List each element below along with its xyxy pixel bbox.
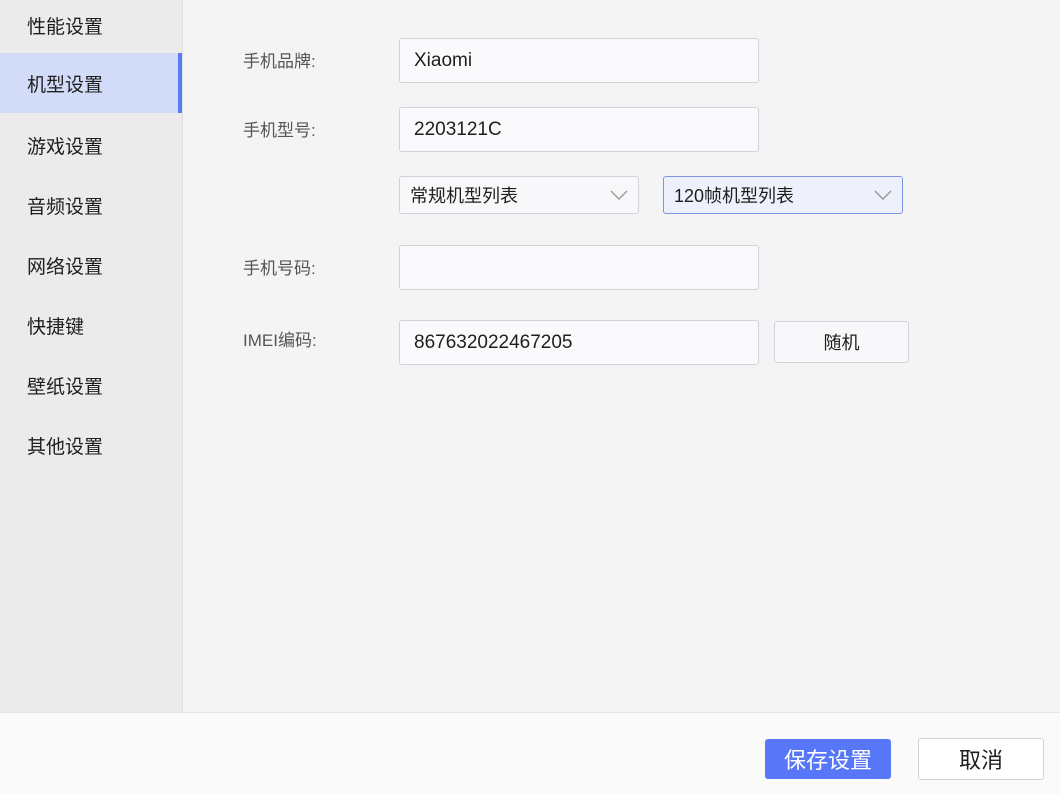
sidebar-item-label: 音频设置 bbox=[27, 196, 104, 218]
sidebar-item-shortcuts[interactable]: 快捷键 bbox=[0, 295, 182, 355]
model-input-value: 2203121C bbox=[414, 118, 502, 140]
random-imei-button[interactable]: 随机 bbox=[774, 321, 909, 363]
brand-label: 手机品牌: bbox=[243, 52, 316, 71]
sidebar-item-audio[interactable]: 音频设置 bbox=[0, 175, 182, 235]
brand-input-value: Xiaomi bbox=[414, 49, 473, 71]
sidebar-item-device-model[interactable]: 机型设置 bbox=[0, 53, 182, 113]
settings-panel: 手机品牌: Xiaomi 手机型号: 2203121C 常规机型列表 120帧机… bbox=[183, 0, 1060, 712]
sidebar-item-label: 网络设置 bbox=[27, 256, 104, 278]
imei-label: IMEI编码: bbox=[243, 331, 317, 350]
phone-input[interactable] bbox=[399, 245, 759, 290]
model-label: 手机型号: bbox=[243, 121, 316, 140]
footer-bar: 保存设置 取消 bbox=[0, 712, 1060, 794]
sidebar-item-label: 壁纸设置 bbox=[27, 376, 104, 398]
sidebar-item-label: 机型设置 bbox=[27, 74, 104, 96]
brand-input[interactable]: Xiaomi bbox=[399, 38, 759, 83]
save-settings-button-label: 保存设置 bbox=[783, 748, 872, 773]
chevron-down-icon bbox=[610, 190, 628, 200]
save-settings-button[interactable]: 保存设置 bbox=[765, 739, 891, 779]
sidebar-item-label: 快捷键 bbox=[27, 316, 85, 338]
sidebar-item-performance[interactable]: 性能设置 bbox=[0, 0, 182, 55]
imei-input-value: 867632022467205 bbox=[414, 331, 573, 353]
sidebar-item-wallpaper[interactable]: 壁纸设置 bbox=[0, 355, 182, 415]
cancel-button[interactable]: 取消 bbox=[918, 738, 1044, 780]
fps120-models-select[interactable]: 120帧机型列表 bbox=[663, 176, 903, 214]
regular-models-select-label: 常规机型列表 bbox=[410, 186, 518, 206]
sidebar: 性能设置 机型设置 游戏设置 音频设置 网络设置 快捷键 壁纸设置 其他设置 bbox=[0, 0, 183, 712]
sidebar-item-label: 其他设置 bbox=[27, 436, 104, 458]
phone-label: 手机号码: bbox=[243, 259, 316, 278]
sidebar-item-other[interactable]: 其他设置 bbox=[0, 415, 182, 475]
cancel-button-label: 取消 bbox=[958, 748, 1003, 773]
fps120-models-select-label: 120帧机型列表 bbox=[674, 186, 795, 206]
chevron-down-icon bbox=[874, 190, 892, 200]
regular-models-select[interactable]: 常规机型列表 bbox=[399, 176, 639, 214]
imei-input[interactable]: 867632022467205 bbox=[399, 320, 759, 365]
sidebar-item-network[interactable]: 网络设置 bbox=[0, 235, 182, 295]
sidebar-item-label: 性能设置 bbox=[27, 16, 104, 38]
random-imei-button-label: 随机 bbox=[823, 333, 860, 353]
sidebar-item-label: 游戏设置 bbox=[27, 136, 104, 158]
model-input[interactable]: 2203121C bbox=[399, 107, 759, 152]
sidebar-item-game[interactable]: 游戏设置 bbox=[0, 115, 182, 175]
